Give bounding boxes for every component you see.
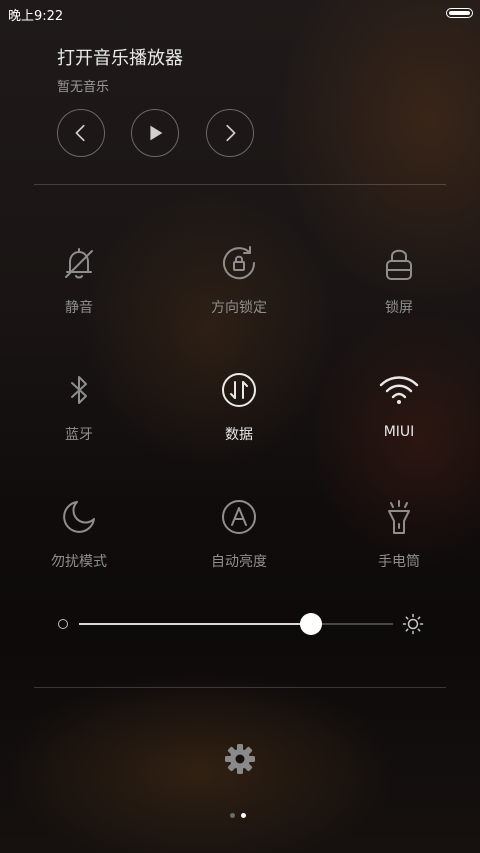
rotation-lock-icon [223, 246, 256, 280]
brightness-fill [79, 623, 312, 625]
settings-gear-icon[interactable] [223, 742, 257, 776]
mobile-data-icon [222, 373, 256, 407]
divider-bottom [34, 687, 446, 688]
page-dot-active [241, 813, 246, 818]
music-widget[interactable]: 打开音乐播放器 暂无音乐 [57, 44, 183, 95]
toggle-mobile-data[interactable]: 数据 [179, 370, 299, 444]
toggle-lock-screen[interactable]: 锁屏 [339, 243, 459, 317]
moon-icon [63, 501, 95, 533]
toggle-label: 锁屏 [385, 300, 413, 316]
toggle-bluetooth[interactable]: 蓝牙 [19, 370, 139, 444]
music-subtitle: 暂无音乐 [57, 80, 110, 95]
brightness-low-icon [58, 619, 68, 629]
toggle-label: 手电筒 [378, 554, 420, 570]
toggle-label: 勿扰模式 [51, 554, 107, 570]
bell-off-icon [65, 248, 93, 279]
toggle-wifi[interactable]: MIUI [339, 370, 459, 440]
bluetooth-icon [71, 376, 87, 404]
previous-track-button[interactable] [57, 109, 105, 157]
brightness-thumb[interactable] [300, 613, 323, 635]
divider-top [34, 184, 446, 185]
brightness-high-icon [402, 613, 424, 635]
auto-brightness-icon [222, 500, 256, 534]
flashlight-icon [388, 500, 410, 534]
next-track-button[interactable] [206, 109, 254, 157]
toggle-label: 方向锁定 [211, 300, 267, 316]
music-title[interactable]: 打开音乐播放器 [57, 44, 183, 70]
toggle-rotation-lock[interactable]: 方向锁定 [179, 243, 299, 317]
status-bar: 晚上9:22 [0, 0, 480, 26]
toggle-label: 数据 [225, 427, 253, 443]
page-indicator [230, 812, 250, 820]
toggle-do-not-disturb[interactable]: 勿扰模式 [19, 497, 139, 571]
wifi-icon [379, 376, 419, 404]
toggle-auto-brightness[interactable]: 自动亮度 [179, 497, 299, 571]
battery-icon [446, 8, 473, 18]
status-time: 晚上9:22 [8, 9, 64, 24]
chevron-right-icon [226, 124, 236, 142]
lock-icon [386, 249, 412, 280]
brightness-track[interactable] [79, 623, 393, 625]
toggle-label: 蓝牙 [65, 427, 93, 443]
toggle-label: 自动亮度 [211, 554, 267, 570]
toggle-mute[interactable]: 静音 [19, 243, 139, 317]
play-icon [150, 125, 163, 141]
chevron-left-icon [75, 124, 85, 142]
toggle-label: 静音 [65, 300, 93, 316]
page-dot [230, 813, 235, 818]
toggle-flashlight[interactable]: 手电筒 [339, 497, 459, 571]
play-button[interactable] [131, 109, 179, 157]
toggle-label: MIUI [383, 424, 415, 440]
brightness-slider[interactable] [0, 604, 480, 644]
